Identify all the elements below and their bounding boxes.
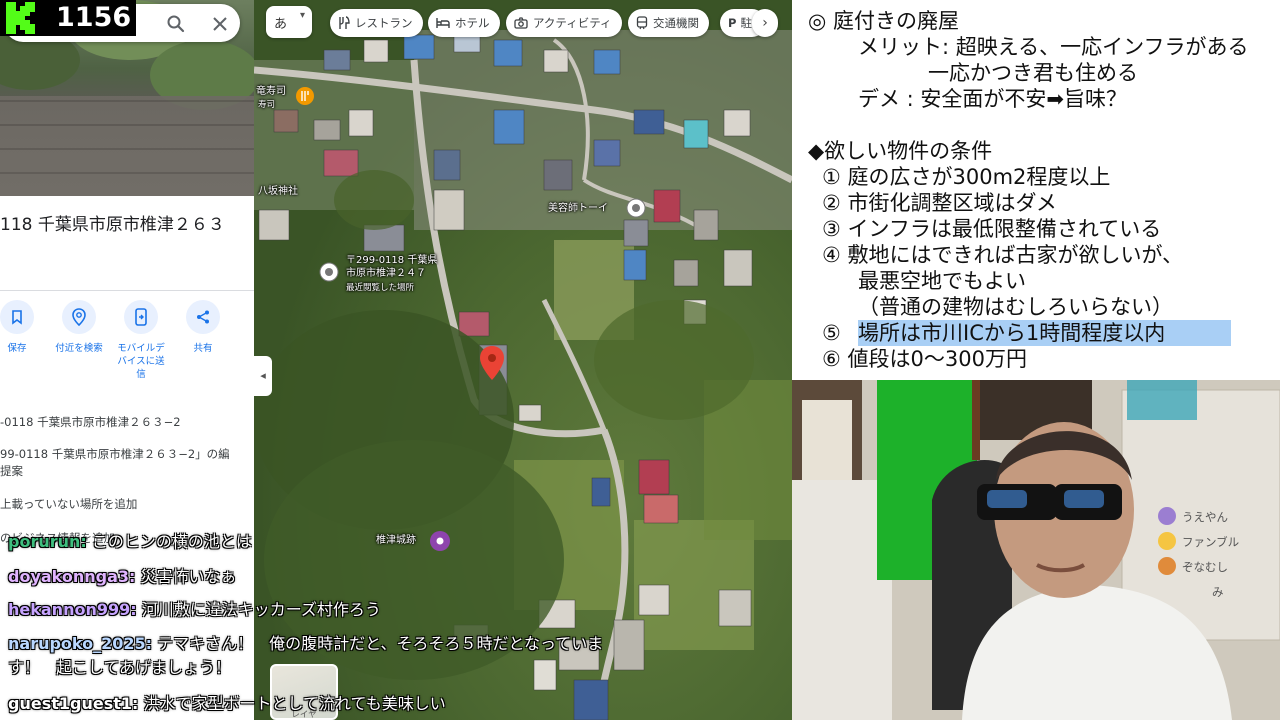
chat-message: hekannon999: 河川敷に違法キッカーズ村作ろう xyxy=(8,600,381,620)
chevron-right-icon: › xyxy=(762,15,768,31)
streamer-camera-image xyxy=(792,380,1280,720)
chat-text: このヒンの横の池とは xyxy=(91,532,252,551)
restaurant-poi-icon[interactable] xyxy=(296,87,314,105)
poi-label-sushi-type: 寿司 xyxy=(258,100,276,110)
poi-label-visited-1[interactable]: 〒299-0118 千葉県 xyxy=(346,255,437,267)
chip-restaurant-label: レストラン xyxy=(355,16,413,30)
note-condition-5-marker: ⑤ xyxy=(822,321,841,345)
search-icon[interactable] xyxy=(166,14,186,34)
search-nearby-button[interactable]: 付近を検索 xyxy=(48,300,110,355)
note-condition-5: 場所は市川ICから1時間程度以内 xyxy=(858,321,1166,345)
cam-wall-label: うえやん xyxy=(1182,510,1228,524)
cam-wall-label: み xyxy=(1212,585,1224,599)
share-icon xyxy=(197,310,209,324)
cam-wall-label: ファンブル xyxy=(1182,535,1240,549)
chat-text: 洪水で家型ボートとして流れても美味しい xyxy=(143,694,446,713)
chips-next-button[interactable]: › xyxy=(752,9,778,37)
activity-icon xyxy=(514,17,528,29)
nearby-search-icon xyxy=(72,308,86,326)
chat-text: テマキさん！ 俺の腹時計だと、そろそろ５時だとなっていま xyxy=(157,634,604,653)
note-conditions-heading: ◆欲しい物件の条件 xyxy=(808,139,993,163)
chat-message-continued: す！ 起こしてあげましょう！ xyxy=(8,658,231,678)
chat-message: doyakonnga3: 災害怖いなぁ xyxy=(8,567,237,587)
note-condition-2: ② 市街化調整区域はダメ xyxy=(822,191,1057,215)
poi-label-castle[interactable]: 椎津城跡 xyxy=(376,535,416,547)
input-mode-toggle[interactable]: あ ▾ xyxy=(266,6,312,38)
chat-text: 河川敷に違法キッカーズ村作ろう xyxy=(141,600,381,619)
share-button[interactable]: 共有 xyxy=(172,300,234,355)
parking-icon: P xyxy=(728,16,737,30)
viewer-count: 1156 xyxy=(56,2,132,33)
suggest-edit-row-continued[interactable]: 提案 xyxy=(0,463,23,480)
send-to-phone-button[interactable]: モバイルデ バイスに送 信 xyxy=(110,300,172,381)
chip-hotel-label: ホテル xyxy=(455,16,490,30)
note-condition-6: ⑥ 値段は0～300万円 xyxy=(822,347,1027,371)
chat-username: porurun: xyxy=(8,532,87,551)
poi-label-sushi[interactable]: 竜寿司 xyxy=(256,86,286,98)
place-title: 118 千葉県市原市椎津２６３ xyxy=(0,215,225,235)
chat-message: porurun: このヒンの横の池とは xyxy=(8,532,252,552)
chip-hotel[interactable]: ホテル xyxy=(428,9,500,37)
note-condition-4-line3: （普通の建物はむしろいらない） xyxy=(858,295,1173,319)
hotel-icon xyxy=(436,18,450,28)
chip-activity[interactable]: アクティビティ xyxy=(506,9,622,37)
note-condition-4: ④ 敷地にはできれば古家が欲しいが、 xyxy=(822,243,1184,267)
note-merit-continued: 一応かつき君も住める xyxy=(928,61,1138,85)
divider xyxy=(0,290,254,291)
chat-username: guest1guest1: xyxy=(8,694,139,713)
salon-poi-icon[interactable] xyxy=(626,198,646,218)
chip-transit[interactable]: 交通機関 xyxy=(628,9,709,37)
chip-transit-label: 交通機関 xyxy=(653,16,699,30)
share-label: 共有 xyxy=(193,343,213,354)
save-label: 保存 xyxy=(7,343,27,354)
chat-text: 災害怖いなぁ xyxy=(140,567,237,586)
chip-restaurant[interactable]: レストラン xyxy=(330,9,423,37)
chip-activity-label: アクティビティ xyxy=(533,16,612,30)
note-condition-3: ③ インフラは最低限整備されている xyxy=(822,217,1162,241)
poi-label-shrine[interactable]: 八坂神社 xyxy=(258,186,298,198)
collapse-panel-button[interactable]: ◂ xyxy=(254,356,272,396)
transit-icon xyxy=(636,16,648,30)
note-heading: ◎ 庭付きの廃屋 xyxy=(808,9,959,33)
visited-place-icon[interactable] xyxy=(319,262,339,282)
caret-down-icon: ▾ xyxy=(300,10,306,21)
kick-logo-icon xyxy=(0,0,48,36)
send-to-phone-label: モバイルデ バイスに送 信 xyxy=(117,343,165,380)
cam-wall-label: ぞなむし xyxy=(1182,560,1228,574)
chevron-left-icon: ◂ xyxy=(260,369,266,382)
viewer-counter-badge: 1156 xyxy=(0,0,136,36)
note-merit: メリット: 超映える、一応インフラがある xyxy=(858,35,1249,59)
suggest-edit-row[interactable]: 99-0118 千葉県市原市椎津２６３−2」の編 xyxy=(0,446,230,463)
chat-message: guest1guest1: 洪水で家型ボートとして流れても美味しい xyxy=(8,694,446,714)
close-icon[interactable] xyxy=(210,14,230,34)
send-to-phone-icon xyxy=(135,308,147,326)
castle-poi-icon[interactable] xyxy=(430,531,450,551)
chat-username: hekannon999: xyxy=(8,600,137,619)
address-row[interactable]: -0118 千葉県市原市椎津２６３−2 xyxy=(0,414,181,431)
save-button[interactable]: 保存 xyxy=(0,300,48,355)
add-missing-place-link[interactable]: 上載っていない場所を追加 xyxy=(0,496,137,513)
input-mode-label: あ xyxy=(274,17,288,32)
chat-text: す！ 起こしてあげましょう！ xyxy=(8,658,232,677)
note-condition-1: ① 庭の広さが300m2程度以上 xyxy=(822,165,1111,189)
poi-label-visited-note: 最近閲覧した場所 xyxy=(346,283,415,293)
note-demerit: デメ : 安全面が不安➡旨味？ xyxy=(858,87,1128,111)
stone-wall xyxy=(0,96,254,196)
poi-label-salon[interactable]: 美容師トーイ xyxy=(548,203,608,215)
chip-parking-label: 駐 xyxy=(740,16,752,30)
search-nearby-label: 付近を検索 xyxy=(55,343,103,354)
bookmark-icon xyxy=(12,310,22,325)
restaurant-icon xyxy=(339,16,350,29)
webcam-feed: うえやん ファンブル ぞなむし み xyxy=(792,380,1280,720)
chat-username: narupoko_2025: xyxy=(8,634,153,653)
poi-label-visited-2[interactable]: 市原市椎津２４７ xyxy=(346,268,426,280)
note-condition-4-line2: 最悪空地でもよい xyxy=(858,269,1026,293)
chat-username: doyakonnga3: xyxy=(8,567,136,586)
chat-message: narupoko_2025: テマキさん！ 俺の腹時計だと、そろそろ５時だとなっ… xyxy=(8,634,603,654)
